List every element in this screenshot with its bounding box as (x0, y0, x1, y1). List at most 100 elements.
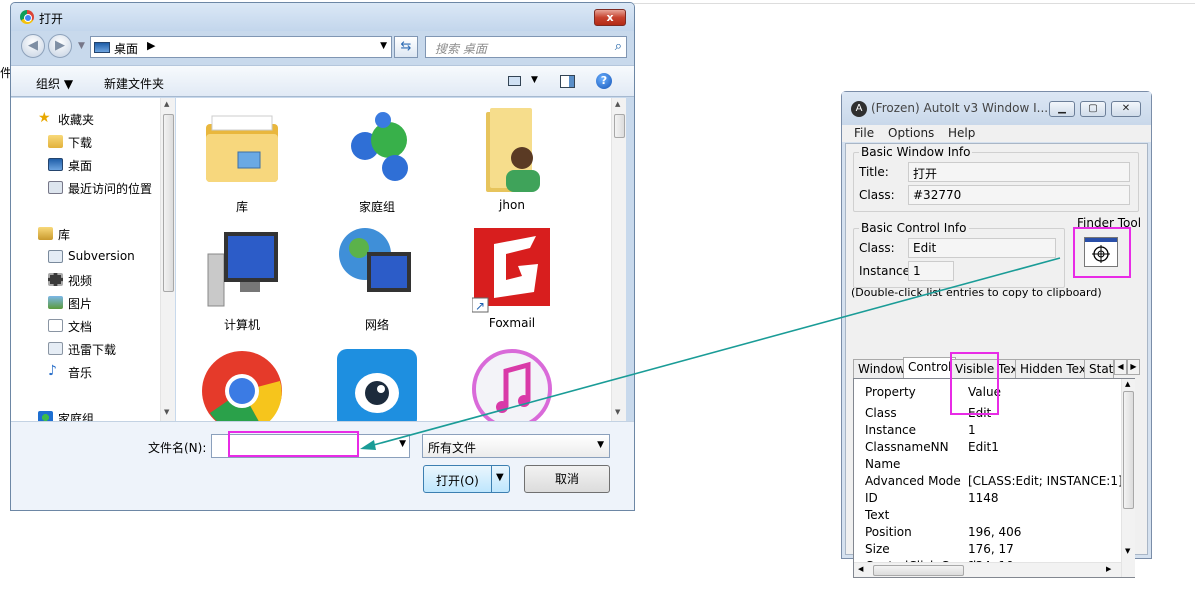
instance-label: Instance: (859, 264, 915, 278)
title-field[interactable]: 打开 (908, 162, 1130, 182)
address-bar[interactable]: 桌面 ▶ ▼ (90, 36, 392, 58)
file-item-computer[interactable]: 计算机 (177, 218, 307, 334)
address-dropdown-icon[interactable]: ▼ (380, 41, 387, 51)
history-dropdown-icon[interactable]: ▼ (78, 41, 85, 51)
file-item-label: 家庭组 (358, 200, 395, 214)
control-class-field[interactable]: Edit (908, 238, 1056, 258)
address-location[interactable]: 桌面 (114, 40, 138, 57)
view-icon[interactable] (508, 76, 521, 86)
property-list-scrollbar[interactable]: ▲ ▼ (1121, 379, 1135, 577)
scroll-down-icon[interactable]: ▼ (164, 408, 169, 416)
tab-scroll-right-icon[interactable]: ▶ (1127, 359, 1140, 375)
file-item-library[interactable]: 库 (177, 100, 307, 216)
dialog-titlebar[interactable]: 打开 x (11, 3, 634, 31)
recent-places-icon (48, 181, 63, 194)
network-icon (339, 228, 411, 292)
filetype-select[interactable]: 所有文件 ▼ (422, 434, 610, 458)
column-header-property[interactable]: Property (865, 385, 916, 399)
scroll-up-icon[interactable]: ▲ (1125, 380, 1130, 388)
tab-scroll-left-icon[interactable]: ◀ (1114, 359, 1127, 375)
file-item-network[interactable]: 网络 (312, 218, 442, 334)
refresh-icon: ⇆ (400, 39, 412, 54)
preview-pane-icon[interactable] (560, 75, 575, 88)
scroll-right-icon[interactable]: ▶ (1106, 565, 1111, 573)
hscrollbar-thumb[interactable] (873, 565, 964, 576)
file-item-label: 计算机 (223, 318, 260, 332)
tab-control[interactable]: Control (903, 357, 957, 379)
filename-highlight-box (228, 431, 359, 457)
file-item-user-folder[interactable]: jhon (447, 100, 577, 216)
scroll-up-icon[interactable]: ▲ (615, 100, 620, 108)
autoit-close-button[interactable]: ✕ (1111, 101, 1141, 117)
open-options-dropdown-icon[interactable]: ▼ (496, 472, 504, 483)
menu-help[interactable]: Help (948, 126, 975, 140)
file-item-itunes[interactable] (447, 343, 577, 429)
maximize-button[interactable]: ▢ (1080, 101, 1106, 117)
new-folder-button[interactable]: 新建文件夹 (104, 75, 164, 92)
search-icon[interactable]: ⌕ (615, 39, 622, 54)
property-list-hscrollbar[interactable]: ◀ ▶ (854, 562, 1121, 577)
scroll-left-icon[interactable]: ◀ (858, 565, 863, 573)
navigation-pane: ★ 收藏夹 下载 桌面 最近访问的位置 库 Subversion 视频 图片 文档… (11, 98, 175, 426)
minimize-button[interactable]: ▁ (1049, 101, 1075, 117)
refresh-button[interactable]: ⇆ (394, 36, 418, 58)
class-field[interactable]: #32770 (908, 185, 1130, 205)
desktop-icon (48, 158, 63, 171)
view-dropdown-icon[interactable]: ▼ (531, 75, 538, 85)
help-icon[interactable]: ? (596, 73, 612, 89)
breadcrumb-chevron-icon[interactable]: ▶ (147, 39, 155, 52)
menu-options[interactable]: Options (888, 126, 934, 140)
property-row[interactable]: Text (865, 508, 1125, 525)
library-icon (38, 227, 53, 240)
property-scrollbar-thumb[interactable] (1123, 391, 1134, 509)
property-name: Advanced Mode (865, 474, 961, 488)
file-list-scrollbar[interactable]: ▲ ▼ (611, 98, 626, 421)
search-input[interactable]: 搜索 桌面 ⌕ (425, 36, 627, 58)
forward-button[interactable]: ▶ (48, 34, 72, 58)
file-item-foxmail[interactable]: ↗ Foxmail (447, 218, 577, 334)
file-item-homegroup[interactable]: 家庭组 (312, 100, 442, 216)
organize-button[interactable]: 组织 ▼ (36, 75, 73, 92)
scroll-up-icon[interactable]: ▲ (164, 100, 169, 108)
property-row[interactable]: Size 176, 17 (865, 542, 1125, 559)
scroll-down-icon[interactable]: ▼ (1125, 547, 1130, 555)
open-button[interactable]: 打开(O) ▼ (423, 465, 510, 493)
file-list-scrollbar-thumb[interactable] (614, 114, 625, 138)
subversion-icon (48, 250, 63, 263)
property-row[interactable]: Name (865, 457, 1125, 474)
cancel-button[interactable]: 取消 (524, 465, 610, 493)
autoit-titlebar[interactable]: A (Frozen) AutoIt v3 Window I... ▁ ▢ ✕ (842, 92, 1151, 125)
star-icon: ★ (38, 110, 51, 126)
autoit-window-info: A (Frozen) AutoIt v3 Window I... ▁ ▢ ✕ F… (841, 91, 1152, 578)
property-row[interactable]: Advanced Mode [CLASS:Edit; INSTANCE:1] (865, 474, 1125, 491)
scroll-down-icon[interactable]: ▼ (615, 408, 620, 416)
property-value: 176, 17 (968, 542, 1014, 556)
command-bar: 组织 ▼ 新建文件夹 ▼ ? (11, 65, 634, 97)
forward-arrow-icon: ▶ (55, 38, 65, 53)
menu-file[interactable]: File (854, 126, 874, 140)
property-row[interactable]: ClassnameNN Edit1 (865, 440, 1125, 457)
svg-text:↗: ↗ (475, 299, 485, 313)
instance-field[interactable]: 1 (908, 261, 954, 281)
file-item-chrome[interactable] (177, 343, 307, 432)
nav-scrollbar-thumb[interactable] (163, 114, 174, 292)
property-row[interactable]: Position 196, 406 (865, 525, 1125, 542)
tab-window[interactable]: Window (853, 359, 911, 378)
nav-scrollbar[interactable]: ▲ ▼ (160, 98, 175, 421)
back-button[interactable]: ◀ (21, 34, 45, 58)
document-icon (48, 319, 63, 332)
property-value: Edit1 (968, 440, 999, 454)
filename-dropdown-icon[interactable]: ▼ (399, 439, 406, 449)
property-name: Size (865, 542, 890, 556)
autoit-body: Basic Window Info Title: 打开 Class: #3277… (845, 143, 1148, 578)
filename-label: 文件名(N): (148, 441, 207, 455)
property-row[interactable]: ID 1148 (865, 491, 1125, 508)
file-item-itools[interactable] (312, 343, 442, 429)
tab-statusbar[interactable]: Stat (1084, 359, 1114, 378)
autoit-title: (Frozen) AutoIt v3 Window I... (871, 101, 1049, 115)
clipboard-hint: (Double-click list entries to copy to cl… (851, 286, 1102, 299)
homegroup-icon (351, 112, 408, 181)
filetype-dropdown-icon[interactable]: ▼ (597, 440, 604, 450)
dialog-close-button[interactable]: x (594, 9, 626, 26)
property-row[interactable]: Instance 1 (865, 423, 1125, 440)
